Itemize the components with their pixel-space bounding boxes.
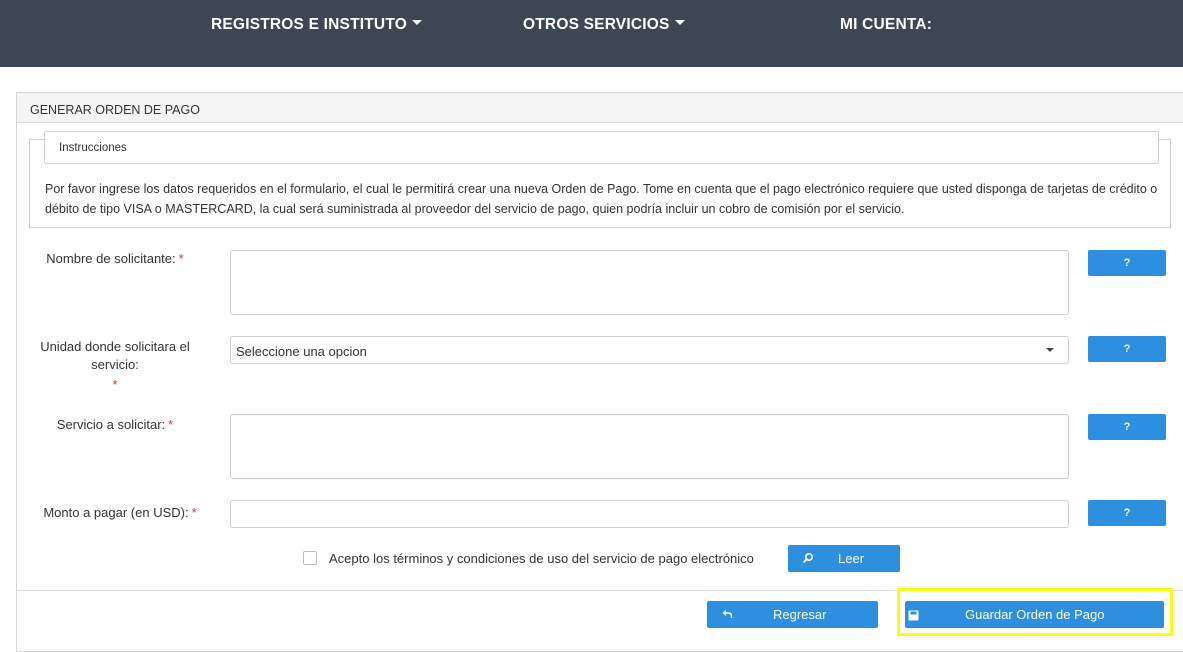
caret-down-icon	[411, 20, 422, 26]
nombre-label: Nombre de solicitante: *	[17, 251, 213, 266]
guardar-label: Guardar Orden de Pago	[965, 607, 1105, 622]
monto-label: Monto a pagar (en USD): *	[17, 505, 223, 520]
top-navbar: REGISTROS E INSTITUTO OTROS SERVICIOS MI…	[0, 0, 1183, 67]
spacer	[0, 67, 1183, 91]
monto-input[interactable]	[230, 500, 1069, 528]
nav-registros-instituto[interactable]: REGISTROS E INSTITUTO	[211, 16, 422, 34]
unidad-help-button[interactable]: ?	[1088, 336, 1166, 362]
nombre-label-text: Nombre de solicitante:	[46, 251, 176, 266]
unidad-label-line2: servicio:	[91, 357, 139, 372]
nav-mi-cuenta-label: MI CUENTA:	[840, 16, 933, 33]
guardar-orden-button[interactable]: Guardar Orden de Pago	[905, 601, 1164, 628]
nav-otros-servicios[interactable]: OTROS SERVICIOS	[523, 16, 685, 34]
unidad-select[interactable]: Seleccione una opcion	[230, 336, 1069, 364]
required-mark: *	[178, 251, 184, 266]
search-icon	[802, 552, 814, 564]
regresar-label: Regresar	[773, 607, 827, 622]
nav-otros-label: OTROS SERVICIOS	[523, 16, 670, 33]
nombre-help-button[interactable]: ?	[1088, 250, 1166, 276]
fieldset-border	[1159, 139, 1171, 140]
unidad-label: Unidad donde solicitara el servicio: *	[17, 338, 213, 394]
order-panel: GENERAR ORDEN DE PAGO Instrucciones Por …	[16, 92, 1183, 652]
servicio-label-text: Servicio a solicitar:	[56, 417, 166, 432]
servicio-input[interactable]	[230, 414, 1069, 479]
leer-label: Leer	[838, 551, 865, 566]
regresar-button[interactable]: Regresar	[707, 601, 878, 628]
unidad-select-value: Seleccione una opcion	[236, 344, 367, 359]
servicio-help-button[interactable]: ?	[1088, 414, 1166, 440]
unidad-label-line1: Unidad donde solicitara el	[40, 339, 190, 354]
required-mark: *	[112, 377, 118, 392]
save-icon	[908, 610, 919, 621]
caret-down-icon	[674, 20, 685, 26]
servicio-label: Servicio a solicitar: *	[17, 417, 213, 432]
terms-checkbox[interactable]	[303, 551, 317, 565]
instructions-text: Por favor ingrese los datos requeridos e…	[45, 182, 1158, 216]
nombre-input[interactable]	[230, 250, 1069, 315]
nav-registros-label: REGISTROS E INSTITUTO	[211, 16, 407, 33]
nav-mi-cuenta[interactable]: MI CUENTA:	[840, 16, 932, 34]
reply-arrow-icon	[722, 610, 733, 618]
required-mark: *	[168, 417, 174, 432]
required-mark: *	[191, 505, 197, 520]
chevron-down-icon	[1046, 348, 1054, 352]
leer-button[interactable]: Leer	[788, 545, 900, 572]
instructions-legend: Instrucciones	[44, 131, 1159, 164]
terms-text: Acepto los términos y condiciones de uso…	[329, 551, 754, 566]
monto-help-button[interactable]: ?	[1088, 500, 1166, 526]
panel-title: GENERAR ORDEN DE PAGO	[17, 93, 1183, 123]
monto-label-text: Monto a pagar (en USD):	[43, 505, 189, 520]
